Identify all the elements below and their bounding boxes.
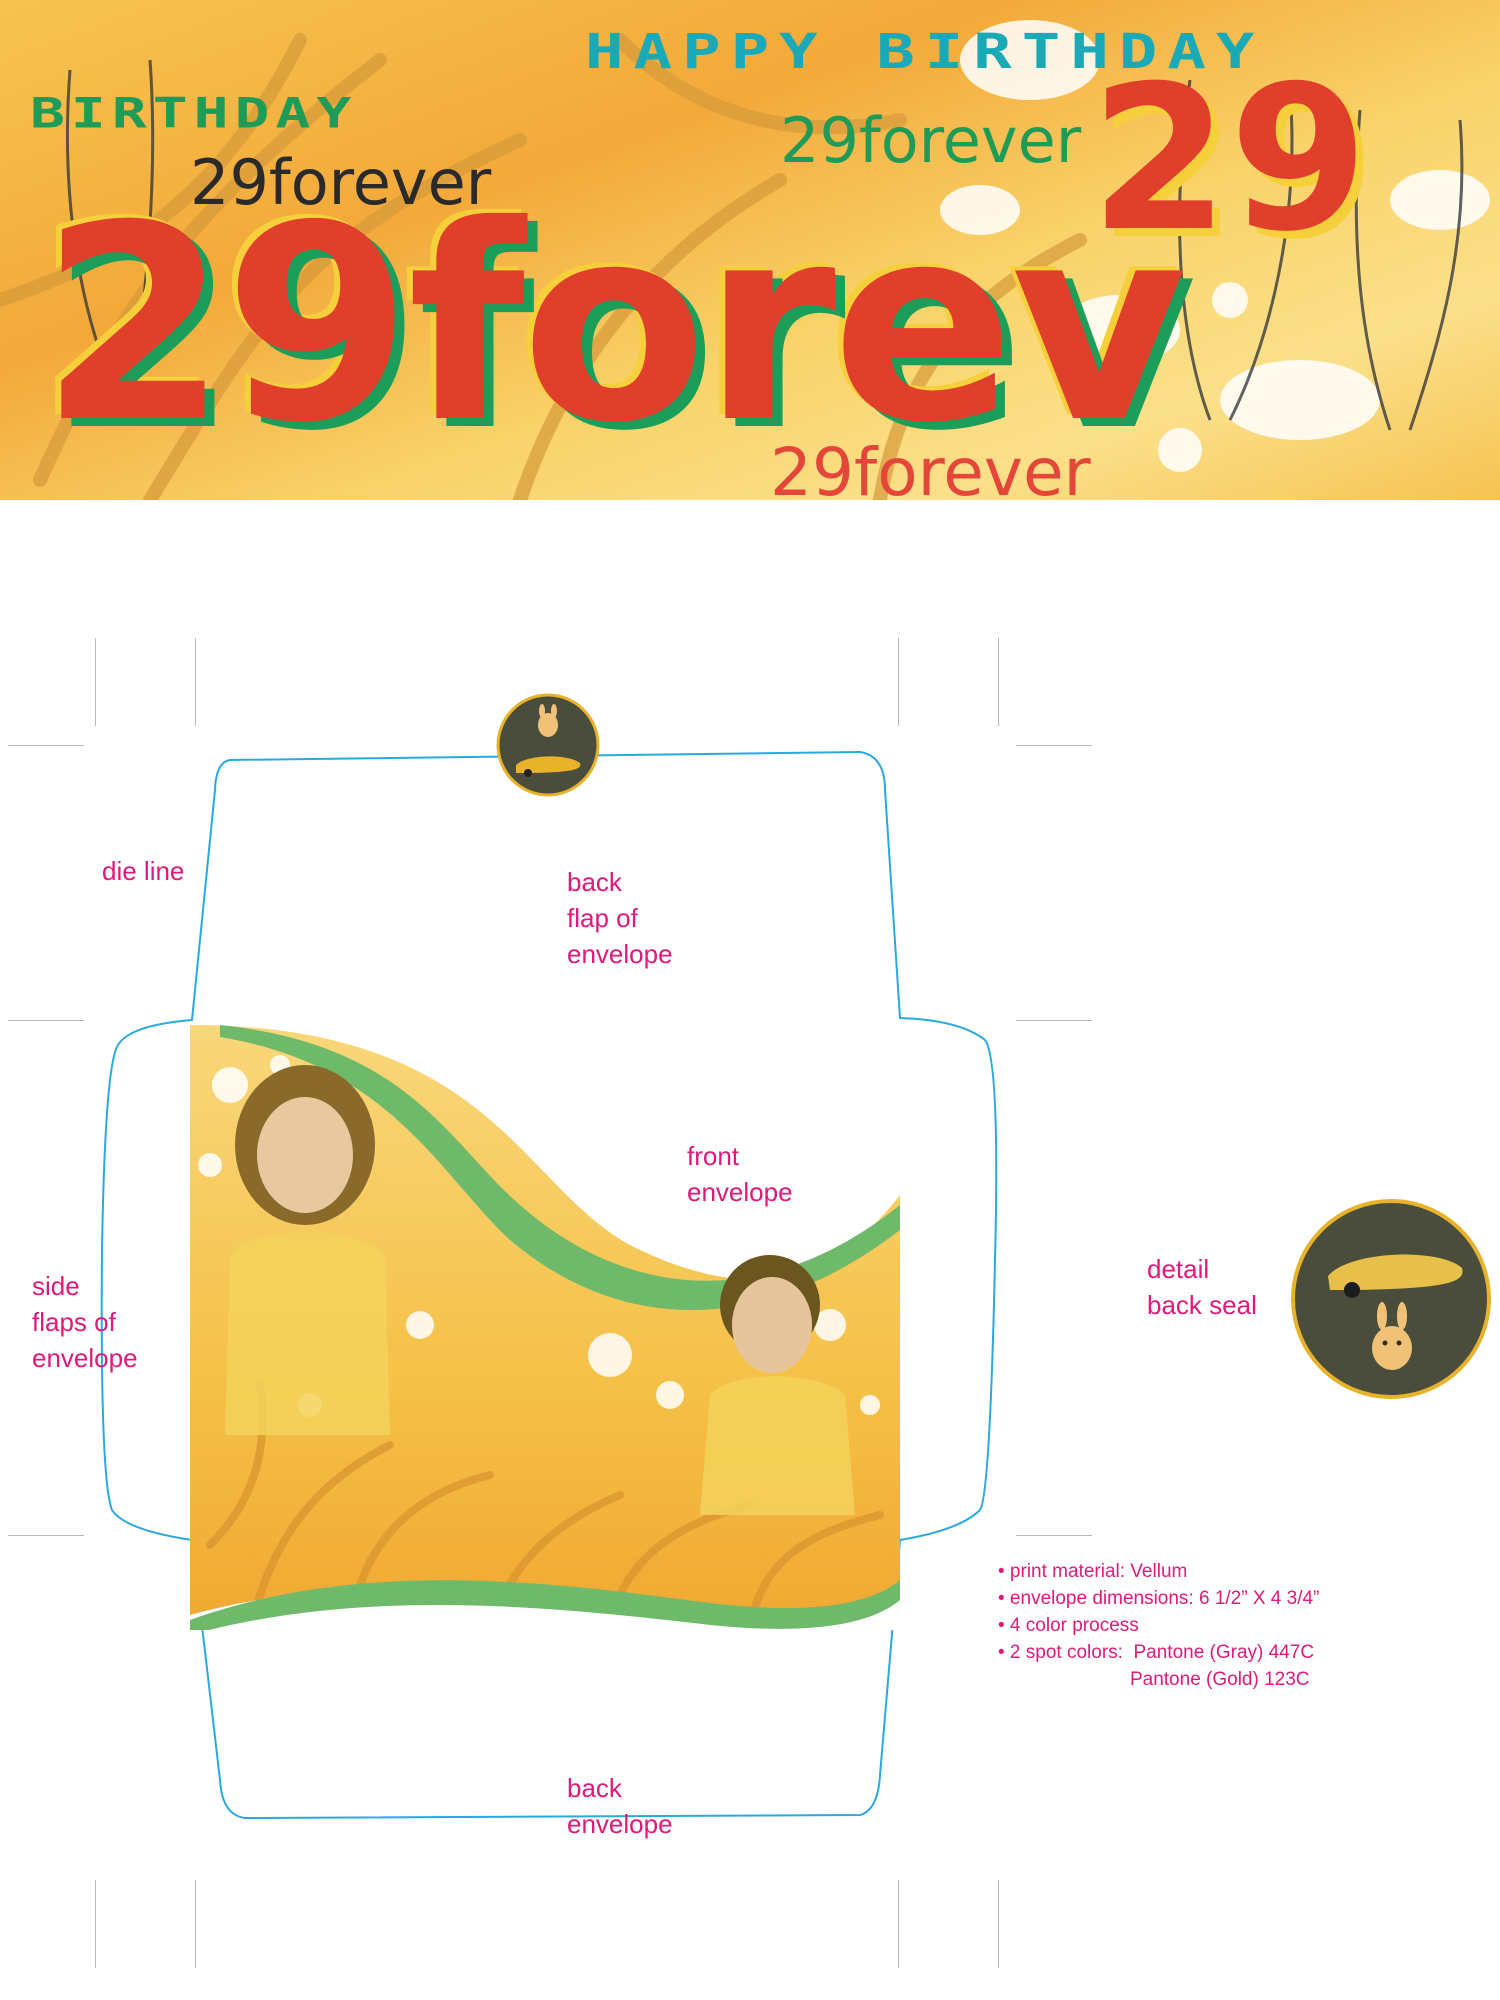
spec-line: • print material: Vellum [998,1561,1188,1582]
label-detail-back-seal: detail back seal [1147,1254,1257,1320]
spec-line: • 4 color process [998,1615,1139,1636]
back-seal-detail [1291,1199,1491,1399]
label-back-flap: back flap of envelope [567,867,673,969]
girl-figure [225,1065,390,1435]
label-side-flaps: side flaps of envelope [32,1271,138,1373]
label-die-line: die line [102,856,185,886]
label-back-envelope: back envelope [567,1773,673,1839]
spec-line: • envelope dimensions: 6 1/2” X 4 3/4” [998,1588,1320,1609]
label-front-envelope: front envelope [687,1141,793,1207]
spec-line: Pantone (Gold) 123C [998,1669,1310,1690]
print-specs: • print material: Vellum • envelope dime… [998,1558,1319,1693]
front-envelope-art [190,1025,900,1630]
back-seal-small [496,693,600,797]
spec-line: • 2 spot colors: Pantone (Gray) 447C [998,1642,1315,1663]
die-line [100,750,998,1820]
